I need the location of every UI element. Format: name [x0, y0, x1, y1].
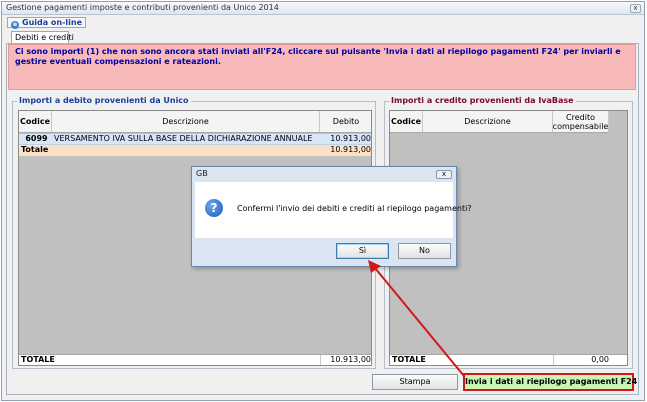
annotation-arrow-head	[368, 260, 381, 273]
annotation-arrow	[368, 260, 465, 377]
annotation-arrow-line	[374, 267, 465, 377]
